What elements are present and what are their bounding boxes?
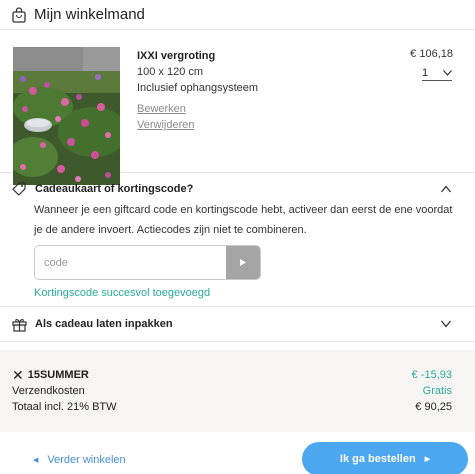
shipping-label: Verzendkosten	[12, 385, 85, 397]
caret-left-icon: ◀	[33, 457, 39, 464]
product-name: IXXI vergroting	[137, 50, 216, 62]
continue-shopping-label: Verder winkelen	[47, 454, 126, 466]
item-price: € 106,18	[410, 48, 453, 60]
voucher-success-message: Kortingscode succesvol toegevoegd	[34, 287, 211, 299]
play-arrow-icon	[240, 259, 246, 266]
shipping-value: Gratis	[422, 385, 452, 397]
cart-item: IXXI vergroting 100 x 120 cm Inclusief o…	[0, 30, 475, 185]
voucher-code-input[interactable]	[35, 246, 228, 279]
page-title: Mijn winkelmand	[34, 6, 145, 23]
product-info: IXXI vergroting 100 x 120 cm Inclusief o…	[137, 48, 258, 133]
voucher-code-form	[34, 245, 261, 280]
discount-value: € -15,93	[411, 369, 452, 381]
discount-row: ✕ 15SUMMER € -15,93	[12, 368, 452, 382]
remove-item-link[interactable]: Verwijderen	[137, 117, 258, 133]
apply-code-button[interactable]	[226, 246, 260, 279]
shipping-row: Verzendkosten Gratis	[12, 385, 452, 397]
quantity-select[interactable]: 1	[422, 67, 452, 81]
voucher-section: Cadeaukaart of kortingscode? Wanneer je …	[0, 173, 475, 307]
tag-icon	[12, 182, 26, 196]
remove-discount-icon[interactable]: ✕	[12, 368, 24, 382]
edit-item-link[interactable]: Bewerken	[137, 101, 258, 117]
cart-header: Mijn winkelmand	[0, 0, 475, 30]
product-hanging-system: Inclusief ophangsysteem	[137, 82, 259, 94]
quantity-value: 1	[422, 67, 429, 79]
discount-code: 15SUMMER	[27, 369, 89, 381]
chevron-up-icon[interactable]	[441, 185, 451, 193]
caret-right-icon: ▶	[424, 456, 431, 463]
voucher-title: Cadeaukaart of kortingscode?	[35, 183, 194, 195]
order-summary: ✕ 15SUMMER € -15,93 Verzendkosten Gratis…	[0, 350, 475, 432]
checkout-button[interactable]: Ik ga bestellen ▶	[302, 442, 468, 474]
continue-shopping-link[interactable]: ◀ Verder winkelen	[33, 454, 126, 466]
product-dimensions: 100 x 120 cm	[137, 66, 204, 78]
gift-wrap-row[interactable]: Als cadeau laten inpakken	[0, 307, 475, 342]
gift-wrap-label: Als cadeau laten inpakken	[35, 318, 173, 330]
shopping-bag-icon	[12, 6, 26, 23]
voucher-header[interactable]: Cadeaukaart of kortingscode?	[12, 182, 193, 196]
product-thumbnail[interactable]	[13, 47, 120, 185]
total-row: Totaal incl. 21% BTW € 90,25	[12, 401, 452, 413]
checkout-label: Ik ga bestellen	[339, 453, 416, 465]
gift-icon	[12, 318, 27, 332]
chevron-down-icon	[443, 70, 452, 76]
voucher-description: Wanneer je een giftcard code en kortings…	[34, 204, 453, 236]
total-label: Totaal incl. 21% BTW	[12, 401, 117, 413]
total-value: € 90,25	[415, 401, 452, 413]
flower-photo-image	[13, 47, 120, 185]
chevron-down-icon[interactable]	[441, 320, 451, 328]
